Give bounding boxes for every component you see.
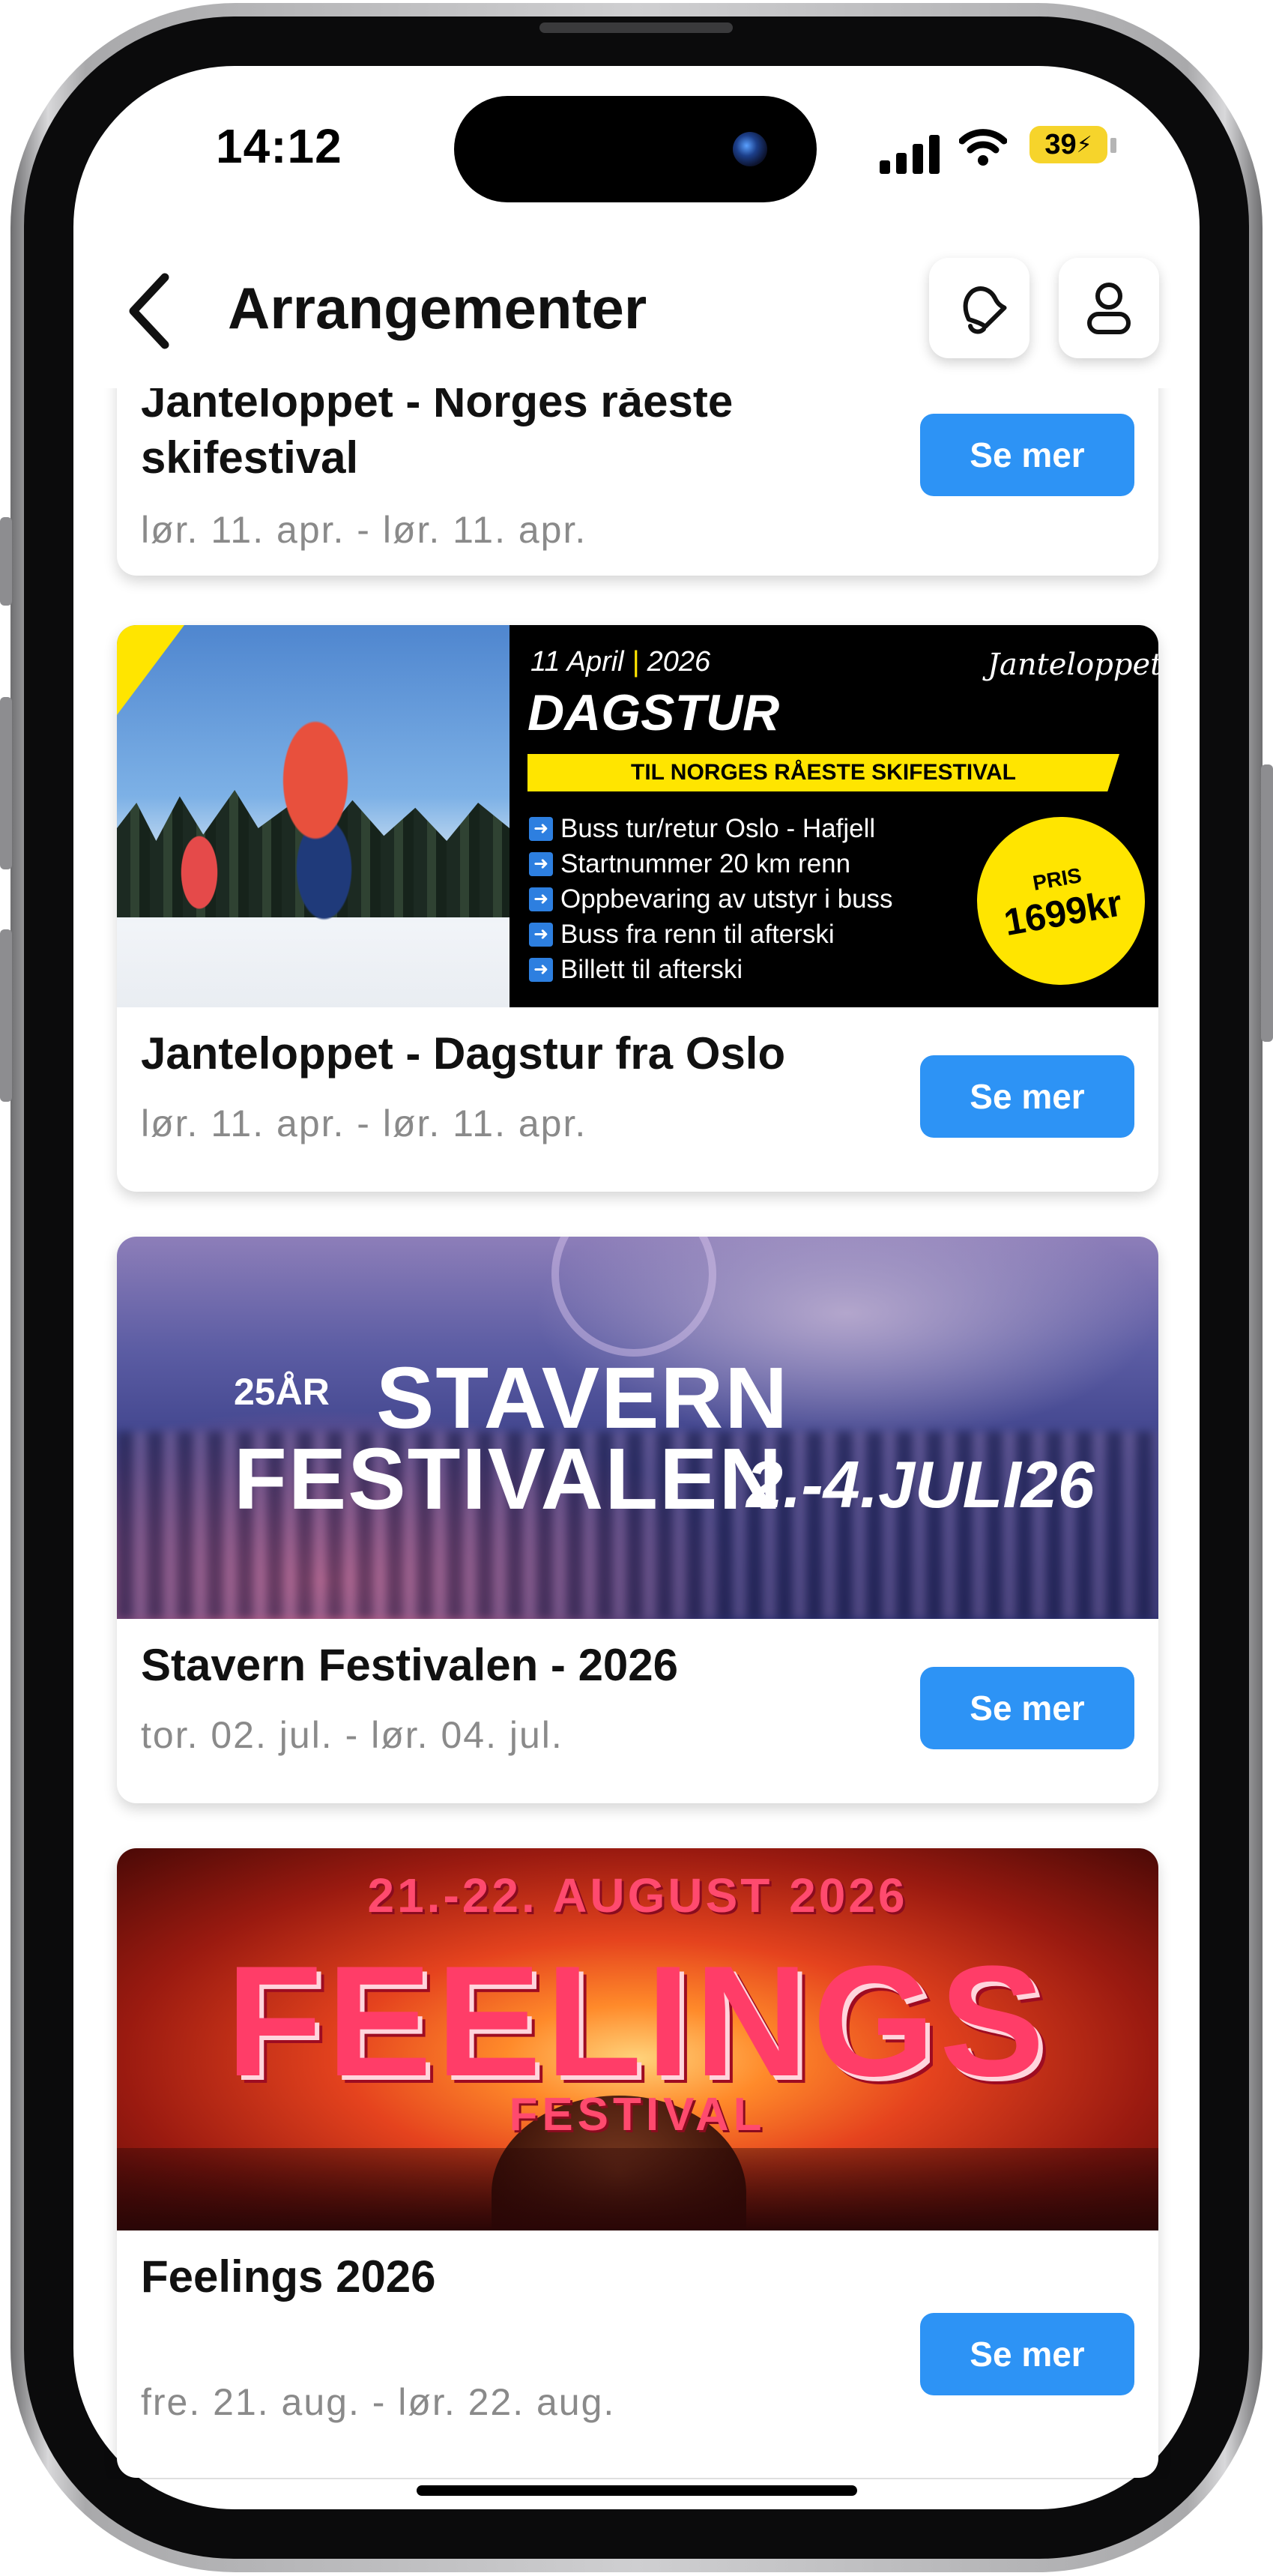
user-icon (1087, 283, 1131, 334)
battery-level: 39 (1044, 128, 1077, 160)
banner-dates: 2.-4.JULI26 (746, 1447, 1095, 1521)
see-more-button[interactable]: Se mer (920, 1667, 1134, 1749)
page-title: Arrangementer (228, 275, 647, 341)
event-card[interactable]: 25ÅR STAVERN FESTIVALEN 2.-4.JULI26 Stav… (117, 1237, 1158, 1803)
event-card[interactable]: Janteloppet - Norges råeste skifestival … (117, 388, 1158, 576)
event-date: fre. 21. aug. - lør. 22. aug. (141, 2381, 616, 2423)
janteloppet-logo: Janteloppet (988, 648, 1158, 682)
event-date: lør. 11. apr. - lør. 11. apr. (141, 509, 587, 551)
profile-button[interactable] (1059, 258, 1159, 358)
event-card[interactable]: 21.-22. AUGUST 2026 FEELINGS FESTIVAL Fe… (117, 1848, 1158, 2478)
event-title: Feelings 2026 (141, 2251, 436, 2302)
anniversary-badge: 25ÅR (234, 1371, 330, 1413)
battery-icon: 39 ⚡ (1029, 126, 1107, 163)
event-title: Stavern Festivalen - 2026 (141, 1640, 679, 1690)
event-date: lør. 11. apr. - lør. 11. apr. (141, 1103, 587, 1144)
event-list[interactable]: Janteloppet - Norges råeste skifestival … (73, 388, 1200, 2479)
event-card[interactable]: 11 April | 2026 DAGSTUR Janteloppet TIL … (117, 625, 1158, 1192)
event-date: tor. 02. jul. - lør. 04. jul. (141, 1714, 563, 1756)
volume-up-button (0, 697, 12, 869)
see-more-button[interactable]: Se mer (920, 2313, 1134, 2395)
chevron-left-icon (129, 273, 169, 349)
arrow-right-icon: ➜ (529, 957, 553, 982)
banner-strip: TIL NORGES RÅESTE SKIFESTIVAL (527, 754, 1119, 791)
home-indicator (417, 2485, 857, 2496)
arrow-right-icon: ➜ (529, 816, 553, 841)
wifi-icon (959, 129, 1007, 166)
banner-date: 11 April | 2026 (530, 646, 711, 678)
status-time: 14:12 (216, 119, 342, 173)
crowd-shape (117, 2148, 1158, 2230)
banner-headline: FEELINGS (226, 1933, 1050, 2109)
volume-down-button (0, 929, 12, 1102)
banner-headline: FESTIVALEN (234, 1430, 784, 1527)
banner-dates: 21.-22. AUGUST 2026 (367, 1868, 908, 1922)
back-button[interactable] (120, 270, 180, 352)
skier-figure (229, 696, 402, 936)
power-button (1261, 764, 1273, 1042)
event-banner-image: 25ÅR STAVERN FESTIVALEN 2.-4.JULI26 (117, 1237, 1158, 1619)
event-banner-image: 11 April | 2026 DAGSTUR Janteloppet TIL … (117, 625, 1158, 1007)
battery-cap (1110, 138, 1116, 153)
arrow-right-icon: ➜ (529, 851, 553, 876)
banner-headline: DAGSTUR (527, 684, 780, 741)
arrow-right-icon: ➜ (529, 922, 553, 947)
banner-bullets: ➜ Buss tur/retur Oslo - Hafjell ➜ Startnum… (529, 811, 893, 987)
see-more-button[interactable]: Se mer (920, 1055, 1134, 1138)
bullet-item: ➜ Buss fra renn til afterski (529, 917, 893, 952)
bullet-item: ➜ Billett til afterski (529, 952, 893, 987)
arrow-right-icon: ➜ (529, 887, 553, 911)
notifications-button[interactable] (929, 258, 1029, 358)
bullet-item: ➜ Buss tur/retur Oslo - Hafjell (529, 811, 893, 846)
banner-subtitle: FESTIVAL (509, 2089, 766, 2141)
bullet-item: ➜ Startnummer 20 km renn (529, 846, 893, 881)
speaker-grille (539, 22, 733, 33)
see-more-button[interactable]: Se mer (920, 414, 1134, 496)
bell-icon (963, 286, 1007, 334)
front-camera-icon (733, 132, 767, 166)
event-title: Janteloppet - Norges råeste skifestival (141, 388, 734, 483)
event-title: Janteloppet - Dagstur fra Oslo (141, 1028, 786, 1079)
event-banner-image: 21.-22. AUGUST 2026 FEELINGS FESTIVAL (117, 1848, 1158, 2230)
action-button (0, 517, 12, 606)
price-value: 1699kr (1000, 881, 1125, 944)
bullet-item: ➜ Oppbevaring av utstyr i buss (529, 881, 893, 917)
